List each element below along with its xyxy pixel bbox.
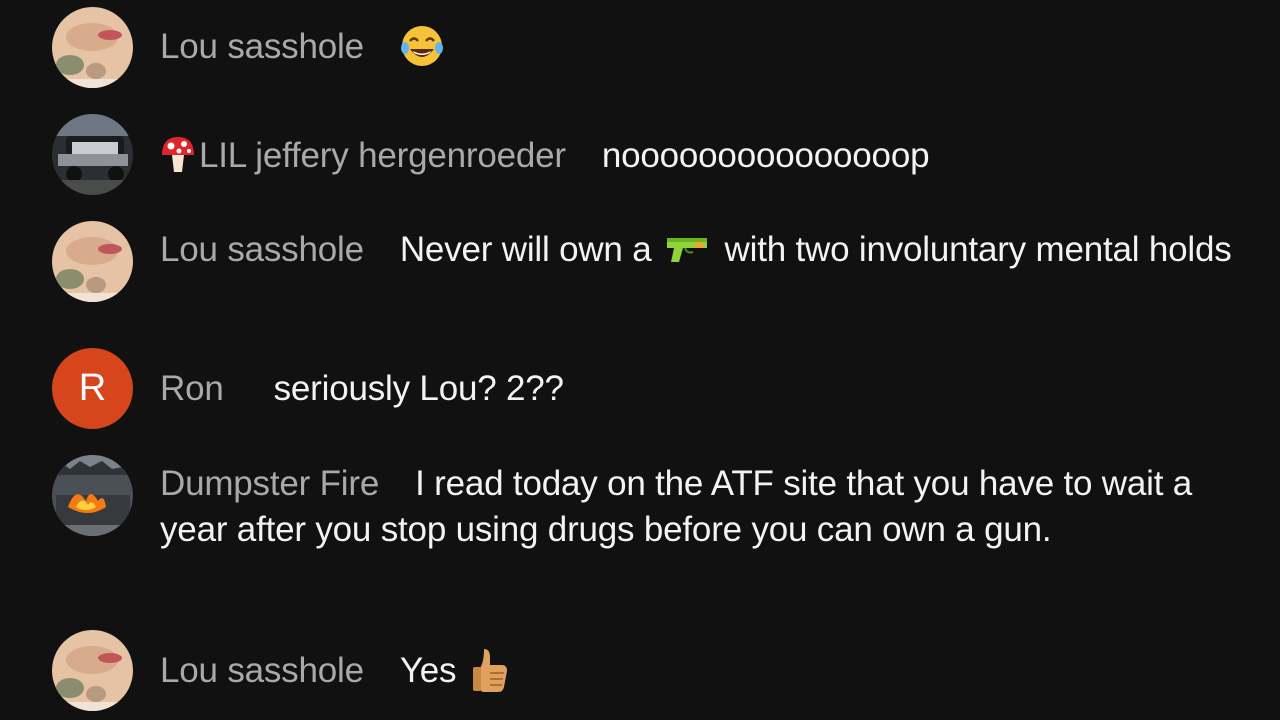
author-name[interactable]: Lou sasshole <box>160 230 364 269</box>
laughing-tears-emoji <box>400 24 444 68</box>
lou-avatar <box>52 7 133 88</box>
message-body: Yes <box>399 651 457 690</box>
water-pistol-emoji <box>665 234 711 264</box>
author-name[interactable]: Lou sasshole <box>160 27 364 66</box>
avatar-lou[interactable] <box>52 630 133 711</box>
message-text: LIL jeffery hergenroeder nooooooooooooooo… <box>160 133 1242 179</box>
fire-photo-avatar <box>52 455 133 536</box>
message-text: Dumpster Fire I read today on the ATF sit… <box>160 461 1242 553</box>
message-text: Ron seriously Lou? 2?? <box>160 366 1242 412</box>
avatar-lou[interactable] <box>52 221 133 302</box>
avatar-lou[interactable] <box>52 7 133 88</box>
author-name-text: LIL jeffery hergenroeder <box>199 136 566 175</box>
lou-avatar <box>52 221 133 302</box>
message-text: Lou sasshole Yes <box>160 648 1242 696</box>
truck-photo-avatar <box>52 114 133 195</box>
message-body: nooooooooooooooop <box>601 136 930 175</box>
lou-avatar <box>52 630 133 711</box>
message-text: Lou sasshole Never will own a with two in… <box>160 227 1242 273</box>
author-name[interactable]: Lou sasshole <box>160 651 364 690</box>
message-body-before: Never will own a <box>399 230 652 269</box>
author-name[interactable]: Ron <box>160 369 224 408</box>
message-body: seriously Lou? 2?? <box>273 369 564 408</box>
message-text: Lou sasshole <box>160 24 1242 71</box>
author-name[interactable]: LIL jeffery hergenroeder <box>160 136 566 175</box>
avatar-dumpster-fire[interactable] <box>52 455 133 536</box>
author-name[interactable]: Dumpster Fire <box>160 464 379 503</box>
message-body-after: with two involuntary mental holds <box>724 230 1232 269</box>
avatar-jeffery[interactable] <box>52 114 133 195</box>
thumbs-up-emoji <box>472 647 508 693</box>
avatar-ron[interactable]: R <box>52 348 133 429</box>
avatar-letter: R <box>78 367 107 409</box>
mushroom-emoji <box>160 135 196 175</box>
